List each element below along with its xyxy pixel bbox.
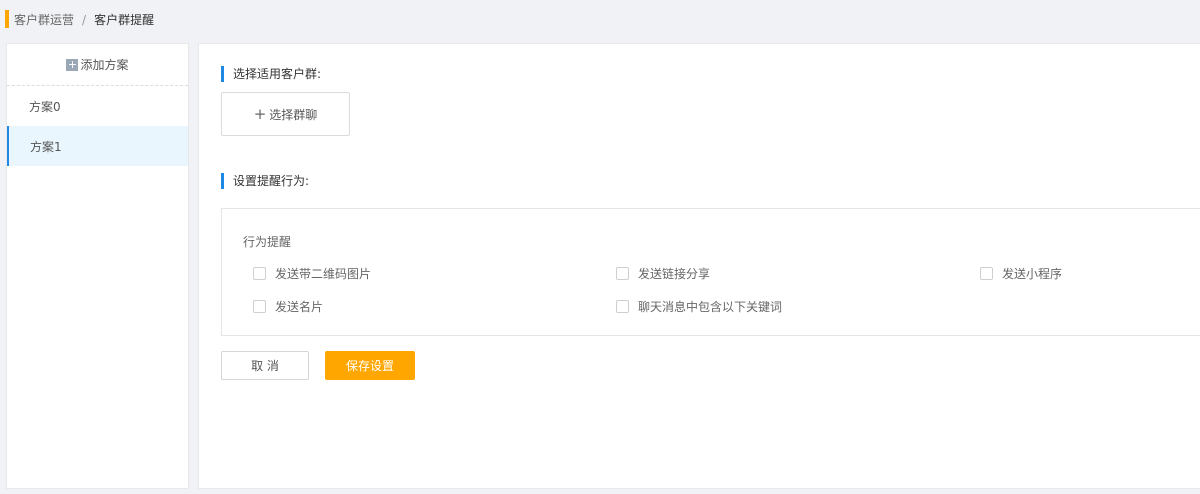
checkbox-label: 发送小程序	[1002, 267, 1063, 281]
save-button[interactable]: 保存设置	[325, 351, 415, 380]
checkbox-box[interactable]	[253, 267, 266, 280]
sidebar-item-label: 方案0	[29, 99, 61, 114]
checkbox-mini-program[interactable]: 发送小程序	[980, 265, 1062, 282]
breadcrumb-parent[interactable]: 客户群运营	[14, 11, 74, 28]
behavior-panel: 行为提醒 发送带二维码图片 发送链接分享 发送小程序 发送名片 聊天消息中包含以…	[221, 208, 1200, 336]
top-bar: 客户群运营 / 客户群提醒	[0, 0, 1200, 38]
checkbox-qrcode-image[interactable]: 发送带二维码图片	[253, 265, 371, 282]
checkbox-label: 发送链接分享	[638, 267, 711, 281]
checkbox-box[interactable]	[980, 267, 993, 280]
checkbox-link-share[interactable]: 发送链接分享	[616, 265, 710, 282]
checkbox-keywords[interactable]: 聊天消息中包含以下关键词	[616, 298, 782, 315]
checkbox-box[interactable]	[253, 300, 266, 313]
sidebar-item-label: 方案1	[30, 139, 62, 154]
sidebar-item-plan-1[interactable]: 方案1	[7, 126, 188, 166]
plus-icon: +	[66, 57, 79, 71]
sidebar-item-plan-0[interactable]: 方案0	[7, 86, 188, 126]
breadcrumb-current: 客户群提醒	[94, 13, 155, 27]
plus-icon: +	[253, 105, 267, 123]
checkbox-box[interactable]	[616, 300, 629, 313]
checkbox-box[interactable]	[616, 267, 629, 280]
section-title-group: 选择适用客户群:	[221, 66, 321, 82]
breadcrumb-separator: /	[82, 12, 87, 27]
add-plan-button[interactable]: + 添加方案	[7, 44, 188, 86]
section-title-behavior: 设置提醒行为:	[221, 173, 309, 189]
cancel-button[interactable]: 取 消	[221, 351, 309, 380]
add-plan-label: 添加方案	[80, 58, 129, 72]
plan-sidebar: + 添加方案 方案0 方案1	[6, 43, 189, 489]
behavior-title: 行为提醒	[243, 235, 292, 249]
breadcrumb: 客户群运营 / 客户群提醒	[14, 11, 154, 28]
checkbox-label: 聊天消息中包含以下关键词	[638, 300, 783, 314]
checkbox-business-card[interactable]: 发送名片	[253, 298, 323, 315]
checkbox-label: 发送带二维码图片	[275, 267, 372, 281]
checkbox-label: 发送名片	[275, 300, 324, 314]
main-panel: 选择适用客户群: + 选择群聊 设置提醒行为: 行为提醒 发送带二维码图片 发送…	[198, 43, 1200, 489]
select-group-button[interactable]: + 选择群聊	[221, 92, 350, 136]
breadcrumb-accent-bar	[5, 10, 9, 28]
select-group-label: 选择群聊	[269, 107, 318, 122]
